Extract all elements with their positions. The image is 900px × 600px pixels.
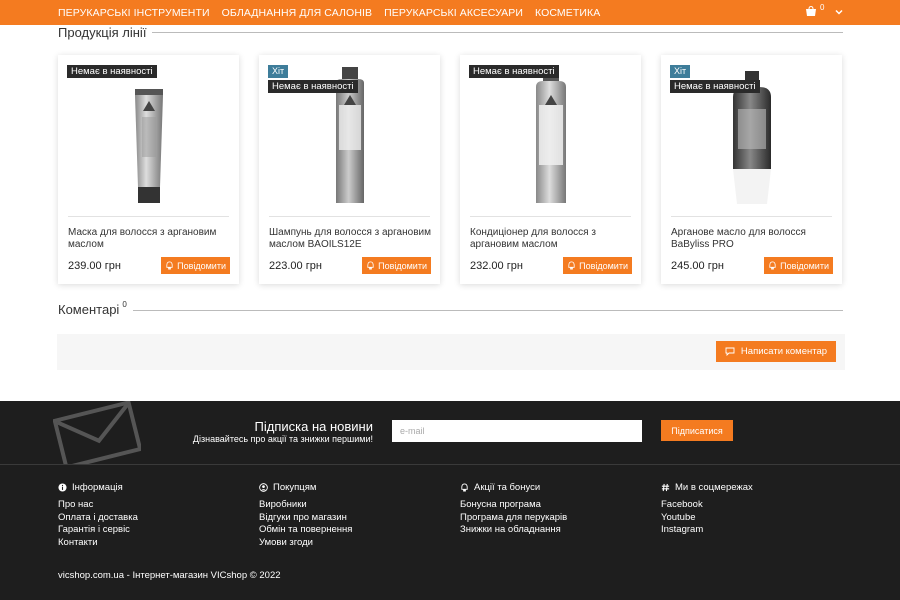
nav-item-cosmetics[interactable]: КОСМЕТИКА (535, 7, 600, 19)
product-name[interactable]: Арганове масло для волосся BaByliss PRO (671, 227, 836, 251)
section-divider (130, 310, 843, 311)
envelope-icon (53, 401, 141, 465)
footer-link[interactable]: Виробники (259, 499, 352, 512)
footer-link[interactable]: Знижки на обладнання (460, 524, 567, 537)
info-icon (58, 483, 67, 492)
card-divider (269, 216, 430, 217)
out-of-stock-badge: Немає в наявності (469, 65, 559, 78)
footer-link[interactable]: Гарантія і сервіс (58, 524, 138, 537)
footer-heading-label: Покупцям (273, 482, 317, 493)
email-field[interactable] (392, 420, 642, 442)
product-image[interactable] (58, 55, 239, 215)
footer-column-promotions: Акції та бонуси Бонусна програма Програм… (460, 482, 567, 537)
footer-link[interactable]: Контакти (58, 537, 138, 550)
product-name[interactable]: Шампунь для волосся з аргановим маслом B… (269, 227, 434, 251)
top-navigation: ПЕРУКАРСЬКІ ІНСТРУМЕНТИ ОБЛАДНАННЯ ДЛЯ С… (0, 0, 900, 25)
notify-button[interactable]: Повідомити (362, 257, 431, 274)
hit-badge: Хіт (670, 65, 691, 78)
product-name[interactable]: Маска для волосся з аргановим маслом (68, 227, 233, 251)
write-comment-label: Написати коментар (740, 346, 828, 357)
product-price: 239.00 грн (68, 260, 121, 272)
notify-label: Повідомити (177, 260, 226, 271)
notify-button[interactable]: Повідомити (161, 257, 230, 274)
notify-button[interactable]: Повідомити (563, 257, 632, 274)
footer-divider (0, 464, 900, 465)
out-of-stock-badge: Немає в наявності (670, 80, 760, 93)
footer-column-customers: Покупцям Виробники Відгуки про магазин О… (259, 482, 352, 549)
footer-heading-label: Інформація (72, 482, 123, 493)
footer-link-instagram[interactable]: Instagram (661, 524, 753, 537)
bell-icon (769, 261, 776, 270)
footer-link[interactable]: Про нас (58, 499, 138, 512)
notify-label: Повідомити (378, 260, 427, 271)
card-divider (68, 216, 229, 217)
subscribe-subtitle: Дізнавайтесь про акції та знижки першими… (192, 434, 373, 444)
product-price: 232.00 грн (470, 260, 523, 272)
tube-product-image (134, 89, 163, 203)
copyright-text: vicshop.com.ua - Інтернет-магазин VICsho… (58, 570, 281, 581)
product-price: 223.00 грн (269, 260, 322, 272)
out-of-stock-badge: Немає в наявності (268, 80, 358, 93)
card-divider (671, 216, 832, 217)
cart-count: 0 (820, 3, 825, 12)
cart-icon[interactable] (805, 6, 817, 18)
comments-title: Коментарі (58, 302, 120, 317)
bottle-product-image (535, 67, 566, 203)
footer-link[interactable]: Оплата і доставка (58, 512, 138, 525)
product-image[interactable] (460, 55, 641, 215)
subscribe-title: Підписка на новини (254, 419, 373, 434)
footer-link-facebook[interactable]: Facebook (661, 499, 753, 512)
footer-column-info: Інформація Про нас Оплата і доставка Гар… (58, 482, 138, 549)
section-divider (150, 32, 843, 33)
footer-heading-label: Ми в соцмережах (675, 482, 753, 493)
user-icon (259, 483, 268, 492)
footer-link[interactable]: Програма для перукарів (460, 512, 567, 525)
footer-heading: Покупцям (259, 482, 352, 493)
product-card[interactable]: Хіт Немає в наявності Шампунь для волосс… (259, 55, 440, 284)
hashtag-icon (661, 483, 670, 492)
comments-section-title: Коментарі 0 (58, 300, 133, 317)
product-image[interactable] (259, 55, 440, 215)
notify-label: Повідомити (579, 260, 628, 271)
comment-icon (725, 347, 735, 356)
products-section-title: Продукція лінії (58, 25, 153, 40)
footer-heading: Акції та бонуси (460, 482, 567, 493)
bell-icon (568, 261, 575, 270)
footer-link[interactable]: Умови згоди (259, 537, 352, 550)
out-of-stock-badge: Немає в наявності (67, 65, 157, 78)
footer-heading-label: Акції та бонуси (474, 482, 541, 493)
footer-heading: Ми в соцмережах (661, 482, 753, 493)
bell-icon (367, 261, 374, 270)
product-card[interactable]: Немає в наявності Маска для волосся з ар… (58, 55, 239, 284)
footer-link[interactable]: Бонусна програма (460, 499, 567, 512)
nav-item-equipment[interactable]: ОБЛАДНАННЯ ДЛЯ САЛОНІВ (222, 7, 373, 19)
footer-link[interactable]: Відгуки про магазин (259, 512, 352, 525)
footer-heading: Інформація (58, 482, 138, 493)
notify-button[interactable]: Повідомити (764, 257, 833, 274)
write-comment-button[interactable]: Написати коментар (716, 341, 836, 362)
nav-item-accessories[interactable]: ПЕРУКАРСЬКІ АКСЕСУАРИ (384, 7, 523, 19)
product-card[interactable]: Немає в наявності Кондиціонер для волосс… (460, 55, 641, 284)
hit-badge: Хіт (268, 65, 289, 78)
subscribe-button[interactable]: Підписатися (661, 420, 733, 441)
footer: Підписка на новини Дізнавайтесь про акці… (0, 401, 900, 600)
product-image[interactable] (661, 55, 842, 215)
footer-link-youtube[interactable]: Youtube (661, 512, 753, 525)
notify-label: Повідомити (780, 260, 829, 271)
comments-count: 0 (122, 300, 127, 309)
footer-link[interactable]: Обмін та повернення (259, 524, 352, 537)
product-card[interactable]: Хіт Немає в наявності Арганове масло для… (661, 55, 842, 284)
product-price: 245.00 грн (671, 260, 724, 272)
chevron-down-icon[interactable] (834, 7, 844, 17)
nav-menu: ПЕРУКАРСЬКІ ІНСТРУМЕНТИ ОБЛАДНАННЯ ДЛЯ С… (58, 0, 612, 25)
footer-column-social: Ми в соцмережах Facebook Youtube Instagr… (661, 482, 753, 537)
card-divider (470, 216, 631, 217)
product-name[interactable]: Кондиціонер для волосся з аргановим масл… (470, 227, 635, 251)
bell-icon (461, 483, 468, 492)
bell-icon (166, 261, 173, 270)
nav-item-tools[interactable]: ПЕРУКАРСЬКІ ІНСТРУМЕНТИ (58, 7, 210, 19)
